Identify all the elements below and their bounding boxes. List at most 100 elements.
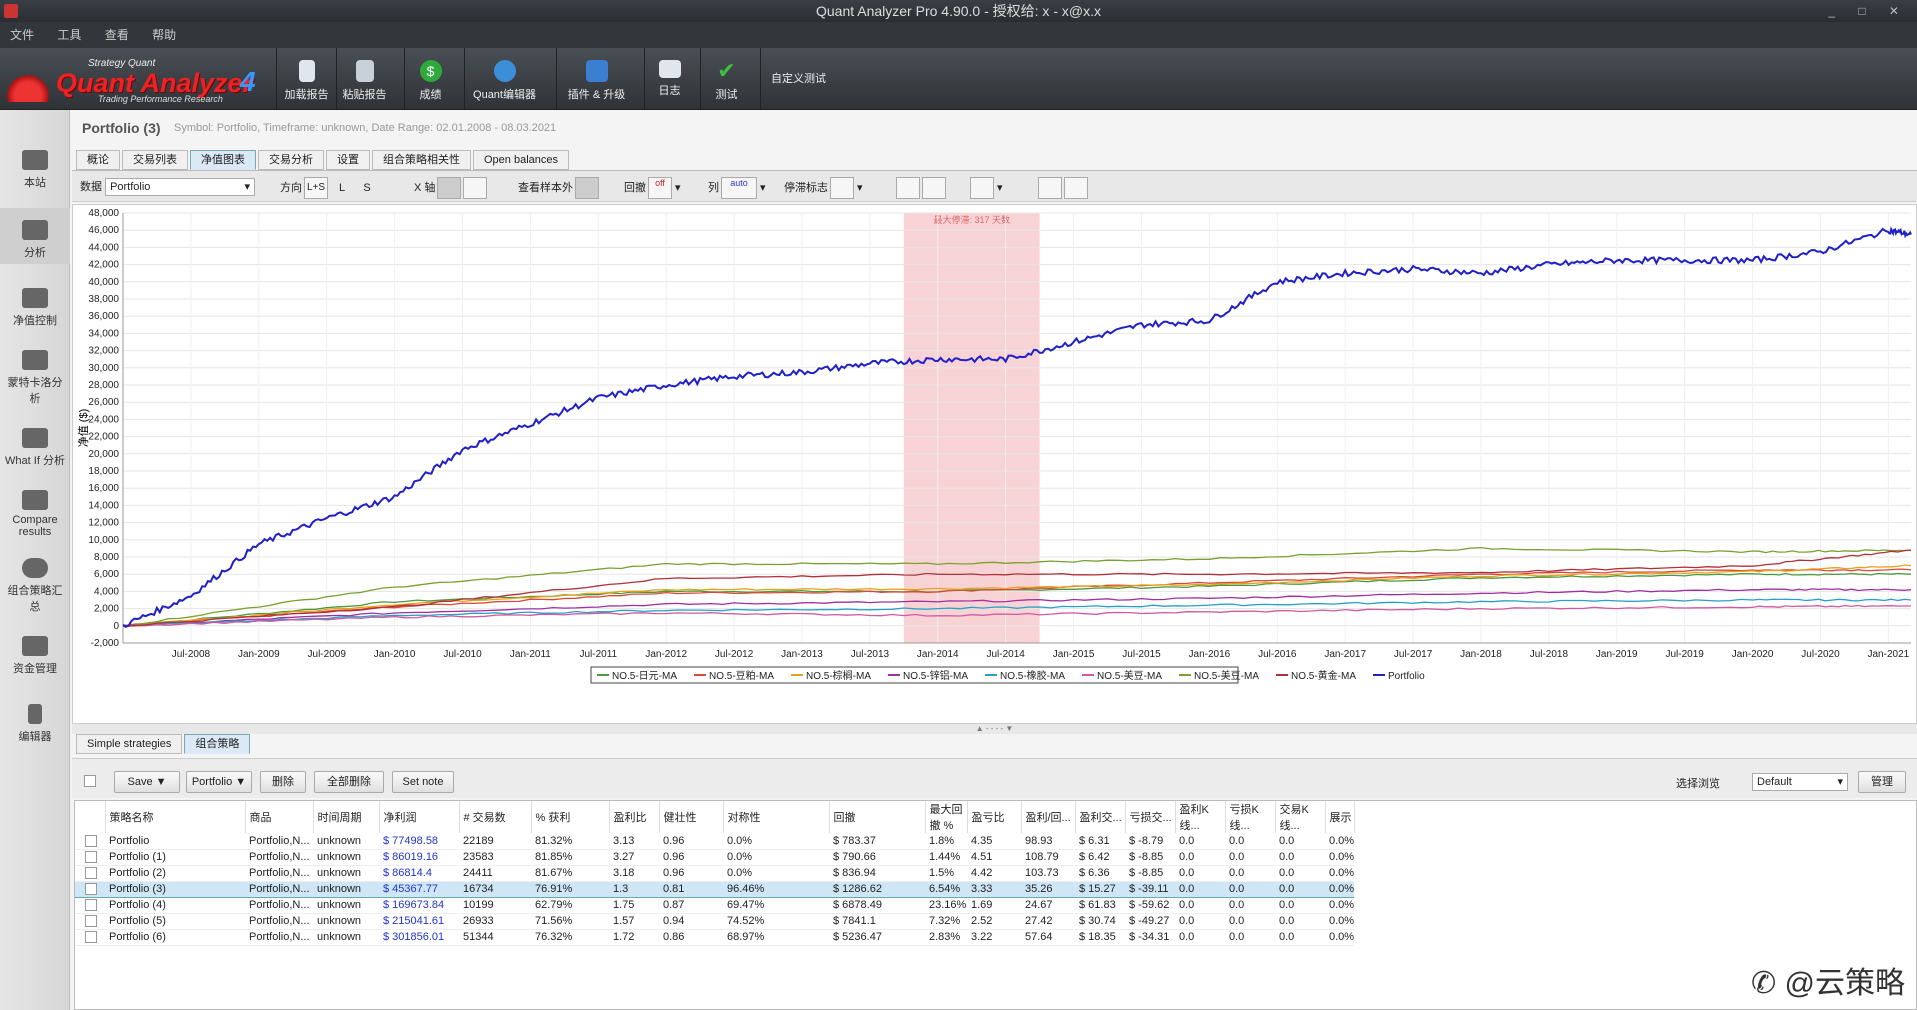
nav-analysis[interactable]: 分析 <box>0 208 70 264</box>
column-header[interactable]: 最大回撤 % <box>925 801 968 833</box>
delete-button[interactable]: 删除 <box>260 771 306 793</box>
line-chart-icon[interactable] <box>970 177 994 199</box>
x-tick-label: Jul-2019 <box>1665 649 1704 660</box>
load-report-button[interactable]: 加载报告 <box>276 48 336 110</box>
column-header[interactable]: 盈利K线... <box>1175 801 1226 833</box>
column-header[interactable]: 亏损K线... <box>1225 801 1276 833</box>
x-tick-label: Jan-2011 <box>510 649 551 660</box>
chevron-down-icon[interactable]: ▾ <box>854 182 863 194</box>
plugins-upgrade-button[interactable]: 插件 & 升级 <box>556 48 636 110</box>
table-row[interactable]: Portfolio (2) Portfolio,N... unknown $ 8681… <box>75 865 1355 882</box>
xaxis-trades-button[interactable] <box>437 177 462 199</box>
compare-chart-icon[interactable] <box>1038 177 1062 199</box>
row-checkbox[interactable] <box>85 931 97 944</box>
table-row[interactable]: Portfolio (1) Portfolio,N... unknown $ 8601… <box>75 849 1355 866</box>
tab-open-balances[interactable]: Open balances <box>473 150 569 170</box>
xaxis-time-button[interactable] <box>463 177 488 199</box>
nav-compare-results[interactable]: Compare results <box>0 490 70 538</box>
drawdown-button[interactable]: off <box>648 177 672 199</box>
tab-overview[interactable]: 概论 <box>76 150 120 170</box>
chevron-down-icon[interactable]: ▾ <box>672 182 681 194</box>
column-header[interactable]: 对称性 <box>723 801 830 833</box>
column-header[interactable]: 健壮性 <box>659 801 724 833</box>
chart-type-2-icon[interactable] <box>922 177 946 199</box>
table-row[interactable]: Portfolio (5) Portfolio,N... unknown $ 2150… <box>75 913 1355 930</box>
tab-equity-chart[interactable]: 净值图表 <box>190 150 256 170</box>
nav-home[interactable]: 本站 <box>0 150 70 190</box>
row-checkbox[interactable] <box>85 867 97 880</box>
data-select[interactable]: Portfolio ▾ <box>105 178 256 197</box>
save-button[interactable]: Save ▼ <box>114 771 180 793</box>
table-cell: 0.81 <box>659 880 723 898</box>
multi-chart-icon[interactable] <box>1064 177 1088 199</box>
delete-all-button[interactable]: 全部删除 <box>314 771 384 793</box>
table-cell: 0.0% <box>1325 897 1355 914</box>
direction-s-button[interactable]: S <box>356 178 378 198</box>
manage-button[interactable]: 管理 <box>1858 771 1906 793</box>
out-of-sample-button[interactable] <box>575 177 599 199</box>
menu-tools[interactable]: 工具 <box>47 22 91 48</box>
column-header[interactable]: % 获利 <box>531 801 610 833</box>
row-checkbox[interactable] <box>85 883 97 896</box>
set-note-button[interactable]: Set note <box>392 771 454 793</box>
menu-file[interactable]: 文件 <box>0 22 44 48</box>
table-cell: $ 6.36 <box>1075 865 1125 882</box>
nav-editor[interactable]: 编辑器 <box>0 704 70 744</box>
test-button[interactable]: ✔ 测试 <box>700 48 752 110</box>
column-header[interactable]: 亏损交... <box>1125 801 1176 833</box>
column-header[interactable]: 展示 <box>1325 801 1355 833</box>
row-checkbox[interactable] <box>85 915 97 928</box>
portfolio-button[interactable]: Portfolio ▼ <box>186 771 252 793</box>
column-header[interactable]: 盈亏比 <box>967 801 1022 833</box>
column-header[interactable]: # 交易数 <box>459 801 532 833</box>
paste-report-button[interactable]: 粘贴报告 <box>336 48 392 110</box>
nav-what-if[interactable]: What If 分析 <box>0 428 70 468</box>
column-header[interactable]: 净利润 <box>379 801 460 833</box>
app-logo: Strategy Quant Quant Analyzer 4 Trading … <box>2 50 272 106</box>
window-controls[interactable]: _ □ ✕ <box>1828 0 1909 22</box>
tab-portfolio-strategies[interactable]: 组合策略 <box>184 734 251 754</box>
menu-view[interactable]: 查看 <box>95 22 139 48</box>
results-button[interactable]: $ 成绩 <box>404 48 456 110</box>
table-cell: Portfolio,N... <box>245 897 313 914</box>
nav-equity-control[interactable]: 净值控制 <box>0 288 70 328</box>
log-button[interactable]: 日志 <box>644 48 694 110</box>
column-header[interactable]: 盈利比 <box>609 801 660 833</box>
menu-help[interactable]: 帮助 <box>142 22 186 48</box>
chevron-down-icon[interactable]: ▾ <box>994 182 1003 194</box>
column-header[interactable]: 商品 <box>245 801 314 833</box>
nav-monte-carlo[interactable]: 蒙特卡洛分析 <box>0 350 70 406</box>
table-row[interactable]: Portfolio (6) Portfolio,N... unknown $ 3018… <box>75 929 1355 946</box>
table-row[interactable]: Portfolio (3) Portfolio,N... unknown $ 4536… <box>75 880 1355 898</box>
row-checkbox[interactable] <box>85 834 97 847</box>
stagnation-button[interactable] <box>830 177 854 199</box>
column-header[interactable]: 策略名称 <box>105 801 246 833</box>
chevron-down-icon[interactable]: ▾ <box>757 182 766 194</box>
direction-ls-button[interactable]: L+S <box>304 177 328 199</box>
column-header[interactable]: 盈利交... <box>1075 801 1126 833</box>
row-checkbox[interactable] <box>85 899 97 912</box>
nav-portfolio-summary[interactable]: 组合策略汇总 <box>0 558 70 614</box>
custom-test-button[interactable]: 自定义测试 <box>760 48 836 110</box>
column-auto-button[interactable]: auto <box>721 177 757 199</box>
tab-simple-strategies[interactable]: Simple strategies <box>76 734 183 754</box>
tab-trade-analysis[interactable]: 交易分析 <box>258 150 324 170</box>
select-all-checkbox[interactable] <box>84 775 96 787</box>
tab-settings[interactable]: 设置 <box>326 150 370 170</box>
table-row[interactable]: Portfolio (4) Portfolio,N... unknown $ 1696… <box>75 897 1355 914</box>
column-header[interactable]: 盈利/回... <box>1021 801 1076 833</box>
browse-select[interactable]: Default ▾ <box>1752 773 1848 791</box>
tab-trade-list[interactable]: 交易列表 <box>122 150 188 170</box>
panel-splitter[interactable]: ▲ - - - - ▼ <box>72 724 1917 734</box>
row-checkbox[interactable] <box>85 851 97 864</box>
column-header[interactable]: 时间周期 <box>313 801 380 833</box>
direction-l-button[interactable]: L <box>328 178 356 198</box>
column-header[interactable]: 交易K线... <box>1275 801 1326 833</box>
table-cell: Portfolio,N... <box>245 913 313 930</box>
tab-correlation[interactable]: 组合策略相关性 <box>372 150 471 170</box>
table-row[interactable]: Portfolio Portfolio,N... unknown $ 77498.58… <box>75 833 1355 850</box>
chart-type-1-icon[interactable] <box>896 177 920 199</box>
nav-money-management[interactable]: 资金管理 <box>0 636 70 676</box>
quant-editor-button[interactable]: Quant编辑器 <box>464 48 544 110</box>
column-header[interactable]: 回撤 <box>829 801 926 833</box>
